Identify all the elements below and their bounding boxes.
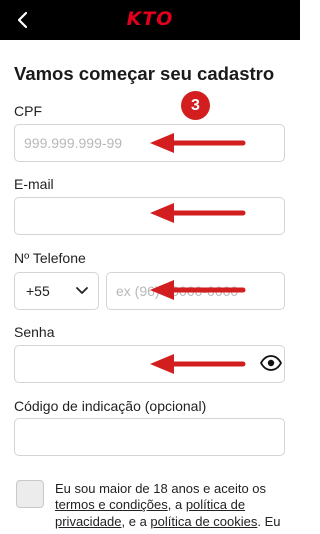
eye-icon (259, 355, 283, 371)
password-label: Senha (14, 324, 55, 340)
cpf-label: CPF (14, 103, 42, 119)
password-input[interactable] (14, 345, 285, 383)
country-code-select[interactable]: +55 (14, 272, 99, 310)
terms-text: Eu sou maior de 18 anos e aceito os term… (55, 481, 281, 529)
kto-logo: KTO (126, 8, 174, 30)
toggle-password-button[interactable] (259, 355, 283, 371)
email-label: E-mail (14, 176, 54, 192)
chevron-down-icon (76, 287, 88, 294)
terms-link[interactable]: termos e condições (55, 497, 168, 512)
country-code-value: +55 (26, 283, 50, 299)
step-number-badge: 3 (181, 91, 210, 120)
email-input[interactable] (14, 197, 285, 235)
top-bar: KTO (0, 0, 300, 40)
cpf-input[interactable] (14, 124, 285, 162)
cookie-policy-link[interactable]: política de cookies (150, 514, 257, 529)
page-title: Vamos começar seu cadastro (14, 63, 275, 84)
chevron-left-icon (17, 11, 28, 29)
referral-label: Código de indicação (opcional) (14, 398, 207, 414)
back-button[interactable] (10, 8, 36, 32)
phone-label: Nº Telefone (14, 250, 86, 266)
age-terms-checkbox[interactable] (16, 480, 44, 508)
phone-input[interactable] (106, 272, 285, 310)
referral-code-input[interactable] (14, 418, 285, 456)
